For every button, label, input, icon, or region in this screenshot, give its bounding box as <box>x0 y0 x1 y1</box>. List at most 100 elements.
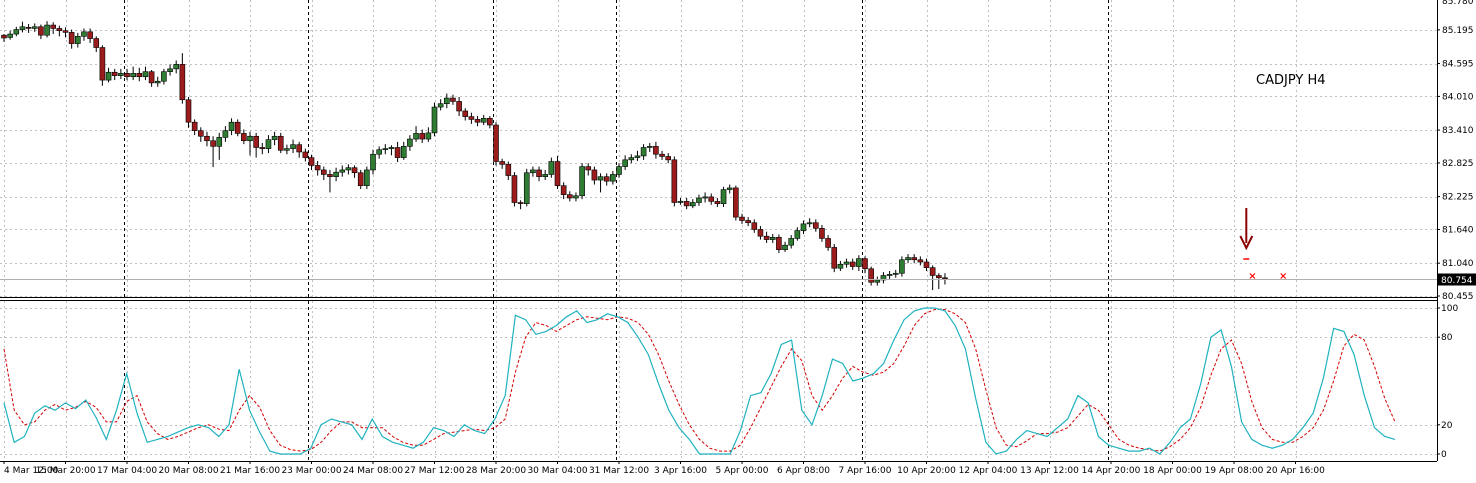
candle-body <box>892 272 899 275</box>
time-tick-label: 14 Apr 20:00 <box>1082 466 1141 476</box>
candle-body <box>696 197 702 203</box>
candle-body <box>179 64 186 101</box>
candle-body <box>357 172 364 186</box>
stoch-tick-label: 80 <box>1441 333 1453 343</box>
candle-body <box>714 201 721 204</box>
candle-body <box>874 279 881 283</box>
candle-body <box>136 73 143 78</box>
stoch-tick-label: 20 <box>1441 421 1453 431</box>
time-tick-label: 17 Mar 04:00 <box>97 466 157 476</box>
candle-body <box>204 135 210 142</box>
chart-root: 85.195 84.595 84.010 83.410 82.825 82.225 81.6… <box>0 0 1476 479</box>
candle-body <box>265 139 272 149</box>
candle-body <box>794 230 801 239</box>
candle-body <box>677 201 684 203</box>
candle-body <box>234 121 241 134</box>
candle-body <box>720 189 727 204</box>
candle-body <box>474 119 481 123</box>
candle-body <box>105 71 112 81</box>
candle-body <box>942 277 948 280</box>
chart-svg: 85.195 84.595 84.010 83.410 82.825 82.225 81.6… <box>0 0 1476 479</box>
candle-body <box>124 73 130 78</box>
candle-body <box>370 153 376 171</box>
candle-body <box>646 146 653 148</box>
candle-body <box>751 222 758 230</box>
candle-body <box>462 110 469 117</box>
time-tick-label: 20 Apr 16:00 <box>1266 466 1325 476</box>
candle-body <box>56 28 63 31</box>
candle-body <box>228 121 235 131</box>
candle-body <box>314 165 321 171</box>
candle-body <box>763 235 770 240</box>
candle-body <box>929 267 936 276</box>
candle-body <box>81 31 87 37</box>
candle-body <box>241 133 247 142</box>
candle-body <box>689 202 696 207</box>
candle-body <box>899 259 905 274</box>
candle-body <box>19 26 26 30</box>
candle-body <box>111 71 118 76</box>
candle-body <box>905 257 911 261</box>
time-tick-label: 15 Mar 20:00 <box>35 466 95 476</box>
candle-body <box>806 222 813 225</box>
candle-body <box>917 259 924 263</box>
time-tick-label: 12 Apr 04:00 <box>959 466 1018 476</box>
candle-body <box>284 148 290 151</box>
candle-body <box>843 261 850 265</box>
candle-body <box>394 147 401 158</box>
candle-body <box>345 167 352 171</box>
candle-body <box>622 159 628 167</box>
candle-body <box>634 155 641 158</box>
candle-body <box>573 195 579 199</box>
candle-body <box>616 166 622 175</box>
time-tick-label: 28 Mar 20:00 <box>466 466 526 476</box>
candle-body <box>44 24 50 36</box>
candle-body <box>640 147 647 157</box>
price-tick-label: 80.455 <box>1442 292 1474 302</box>
candle-body <box>480 117 487 123</box>
candle-body <box>530 169 536 174</box>
candle-body <box>923 261 930 268</box>
candle-body <box>493 124 499 162</box>
candle-body <box>320 169 327 175</box>
candle-body <box>560 185 567 195</box>
time-tick-label: 5 Apr 00:00 <box>716 466 769 476</box>
candle-body <box>167 68 173 72</box>
candle-body <box>757 229 764 237</box>
price-tick-label: 82.825 <box>1442 159 1474 169</box>
candle-body <box>364 169 370 186</box>
candle-body <box>31 26 38 29</box>
candle-body <box>585 166 592 171</box>
candle-body <box>733 187 739 218</box>
candle-body <box>566 194 573 199</box>
candle-body <box>259 147 266 149</box>
candle-body <box>523 172 530 204</box>
candle-body <box>511 175 518 203</box>
candle-body <box>548 161 555 175</box>
time-tick-label: 6 Apr 08:00 <box>777 466 830 476</box>
time-tick-label: 30 Mar 04:00 <box>527 466 587 476</box>
candle-body <box>856 258 862 267</box>
price-tick-label: 84.010 <box>1442 92 1474 102</box>
candle-body <box>222 130 229 138</box>
candle-body <box>271 135 278 140</box>
candle-body <box>413 133 419 140</box>
price-tick-label: 84.595 <box>1442 60 1474 70</box>
candle-body <box>247 135 253 142</box>
candle-body <box>665 156 672 161</box>
price-tick-label-top: 85.780 <box>1442 0 1474 7</box>
time-tick-label: 27 Mar 12:00 <box>404 466 464 476</box>
time-tick-label: 10 Apr 20:00 <box>897 466 956 476</box>
time-tick-label: 21 Mar 16:00 <box>220 466 280 476</box>
candle-body <box>499 161 505 165</box>
current-price-label: 80.754 <box>1441 276 1473 286</box>
time-tick-label: 13 Apr 12:00 <box>1020 466 1079 476</box>
candle-body <box>38 26 44 36</box>
candle-body <box>339 169 346 173</box>
candle-body <box>782 244 788 250</box>
candle-body <box>93 38 100 48</box>
candle-body <box>50 24 57 29</box>
time-tick-label: 7 Apr 16:00 <box>839 466 892 476</box>
time-tick-label: 3 Apr 16:00 <box>654 466 707 476</box>
candle-body <box>142 71 149 78</box>
